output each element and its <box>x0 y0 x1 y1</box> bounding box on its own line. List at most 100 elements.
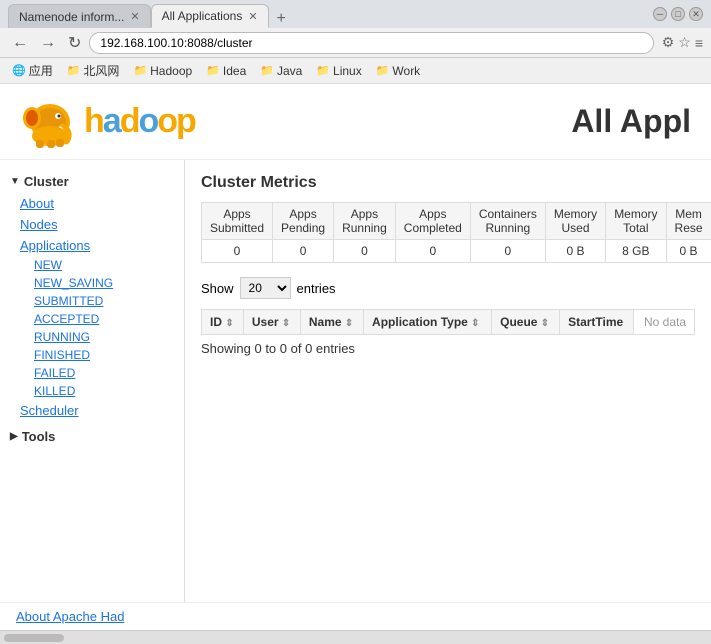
metric-val-apps-pending: 0 <box>273 240 334 263</box>
metric-col-containers-running: ContainersRunning <box>470 203 545 240</box>
bookmark-label-idea: Idea <box>223 64 246 78</box>
bookmarks-bar: 🌐 应用 📁 北风网 📁 Hadoop 📁 Idea 📁 Java 📁 Linu… <box>0 58 711 84</box>
bookmark-idea[interactable]: 📁 Idea <box>200 62 252 80</box>
metric-val-containers-running: 0 <box>470 240 545 263</box>
logo-text: hadoop <box>84 102 195 141</box>
bookmark-hadoop[interactable]: 📁 Hadoop <box>127 62 198 80</box>
metric-col-apps-completed: AppsCompleted <box>395 203 470 240</box>
sidebar-cluster-header[interactable]: ▼ Cluster <box>0 170 184 193</box>
sidebar-tools-label: Tools <box>22 429 56 444</box>
col-user[interactable]: User ⇕ <box>243 310 300 335</box>
tab-close-allapps[interactable]: ✕ <box>248 10 257 23</box>
sidebar-subitem-new[interactable]: NEW <box>0 256 184 274</box>
sort-icon-user: ⇕ <box>282 318 290 329</box>
page-header: hadoop All Appl <box>0 84 711 160</box>
bookmark-label-java: Java <box>277 64 302 78</box>
sidebar-tools-header[interactable]: ▶ Tools <box>0 425 184 448</box>
bookmark-label-beifeng: 北风网 <box>83 62 119 79</box>
tab-close-namenode[interactable]: ✕ <box>130 10 139 23</box>
sort-icon-queue: ⇕ <box>541 318 549 329</box>
sidebar-subitem-killed[interactable]: KILLED <box>0 382 184 400</box>
cluster-metrics-table: AppsSubmitted AppsPending AppsRunning Ap… <box>201 202 711 263</box>
metric-col-apps-pending: AppsPending <box>273 203 334 240</box>
scrollbar-thumb[interactable] <box>4 634 64 642</box>
back-button[interactable]: ← <box>8 32 32 54</box>
sidebar-cluster-section: ▼ Cluster About Nodes Applications NEW N… <box>0 170 184 421</box>
bookmark-label-work: Work <box>392 64 420 78</box>
col-application-type[interactable]: Application Type ⇕ <box>364 310 492 335</box>
sidebar-subitem-submitted[interactable]: SUBMITTED <box>0 292 184 310</box>
sort-icon-id: ⇕ <box>225 318 233 329</box>
scrollbar-area[interactable] <box>0 630 711 644</box>
title-bar: Namenode inform... ✕ All Applications ✕ … <box>0 0 711 28</box>
metric-col-memory-total: MemoryTotal <box>606 203 666 240</box>
close-button[interactable]: ✕ <box>689 7 703 21</box>
sidebar-tools-section: ▶ Tools <box>0 425 184 448</box>
sidebar-item-applications[interactable]: Applications <box>0 235 184 256</box>
bookmark-work[interactable]: 📁 Work <box>370 62 426 80</box>
bookmark-icon-apps: 🌐 <box>12 64 26 77</box>
new-tab-button[interactable]: + <box>269 10 294 28</box>
sort-icon-apptype: ⇕ <box>471 318 479 329</box>
tab-namenode[interactable]: Namenode inform... ✕ <box>8 4 151 28</box>
sidebar-item-scheduler[interactable]: Scheduler <box>0 400 184 421</box>
sidebar-cluster-label: Cluster <box>24 174 69 189</box>
bookmark-java[interactable]: 📁 Java <box>254 62 308 80</box>
minimize-button[interactable]: ─ <box>653 7 667 21</box>
cluster-metrics-title: Cluster Metrics <box>201 174 695 192</box>
menu-button[interactable]: ≡ <box>695 34 703 51</box>
applications-table: ID ⇕ User ⇕ Name ⇕ Application Type ⇕ Qu… <box>201 309 695 335</box>
metric-col-apps-submitted: AppsSubmitted <box>202 203 273 240</box>
collapse-arrow-icon: ▼ <box>10 176 20 187</box>
forward-button[interactable]: → <box>36 32 60 54</box>
footer[interactable]: About Apache Had <box>0 602 711 630</box>
metric-col-memory-used: MemoryUsed <box>545 203 605 240</box>
tab-label-active: All Applications <box>162 9 243 23</box>
bookmark-linux[interactable]: 📁 Linux <box>310 62 367 80</box>
bookmark-icon-java: 📁 <box>260 64 274 77</box>
sort-icon-name: ⇕ <box>345 318 353 329</box>
entries-label: entries <box>297 281 336 296</box>
reload-button[interactable]: ↻ <box>64 31 85 55</box>
metric-val-apps-running: 0 <box>334 240 396 263</box>
tab-all-applications[interactable]: All Applications ✕ <box>151 4 269 28</box>
col-queue[interactable]: Queue ⇕ <box>492 310 560 335</box>
address-bar[interactable] <box>89 32 653 54</box>
entries-select[interactable]: 20 50 100 <box>240 277 291 299</box>
hadoop-logo: hadoop <box>20 94 195 149</box>
sidebar-subitem-failed[interactable]: FAILED <box>0 364 184 382</box>
col-id[interactable]: ID ⇕ <box>202 310 244 335</box>
bookmark-label-linux: Linux <box>333 64 362 78</box>
maximize-button[interactable]: □ <box>671 7 685 21</box>
metric-val-apps-completed: 0 <box>395 240 470 263</box>
sidebar-subitem-accepted[interactable]: ACCEPTED <box>0 310 184 328</box>
sidebar-subitem-finished[interactable]: FINISHED <box>0 346 184 364</box>
showing-info: Showing 0 to 0 of 0 entries <box>201 335 695 362</box>
col-starttime[interactable]: StartTime <box>560 310 634 335</box>
bookmark-apps[interactable]: 🌐 应用 <box>6 60 59 81</box>
tab-label: Namenode inform... <box>19 10 124 24</box>
metric-col-memory-reserved: MemRese <box>666 203 711 240</box>
page-content: hadoop All Appl ▼ Cluster About Nodes Ap… <box>0 84 711 630</box>
bookmark-label-hadoop: Hadoop <box>150 64 192 78</box>
bookmark-icon-linux: 📁 <box>316 64 330 77</box>
bookmark-star[interactable]: ☆ <box>678 34 691 51</box>
metric-col-apps-running: AppsRunning <box>334 203 396 240</box>
col-name[interactable]: Name ⇕ <box>300 310 363 335</box>
sidebar-subitem-running[interactable]: RUNNING <box>0 328 184 346</box>
page-title: All Appl <box>571 103 691 139</box>
content-area: Cluster Metrics AppsSubmitted AppsPendin… <box>185 160 711 602</box>
sidebar-subitem-new-saving[interactable]: NEW_SAVING <box>0 274 184 292</box>
elephant-logo-icon <box>20 94 80 149</box>
metric-val-memory-used: 0 B <box>545 240 605 263</box>
bookmark-beifeng[interactable]: 📁 北风网 <box>61 60 126 81</box>
extensions-button[interactable]: ⚙ <box>662 34 675 51</box>
footer-link[interactable]: About Apache Had <box>16 609 124 624</box>
show-entries-control: Show 20 50 100 entries <box>201 277 695 299</box>
show-label: Show <box>201 281 234 296</box>
sidebar-item-about[interactable]: About <box>0 193 184 214</box>
main-area: ▼ Cluster About Nodes Applications NEW N… <box>0 160 711 602</box>
nav-icons: ⚙ ☆ ≡ <box>662 34 703 51</box>
bookmark-icon-idea: 📁 <box>206 64 220 77</box>
sidebar-item-nodes[interactable]: Nodes <box>0 214 184 235</box>
